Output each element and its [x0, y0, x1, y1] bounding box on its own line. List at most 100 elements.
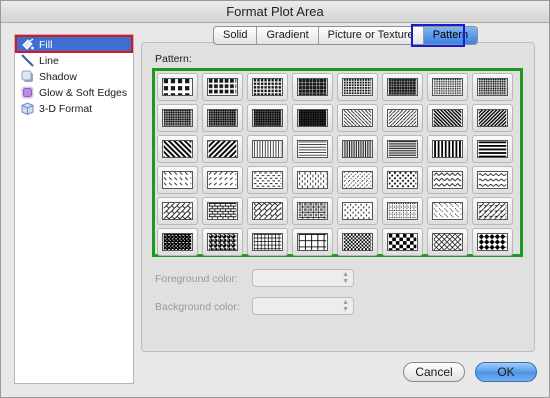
- pattern-preview-dotted-diamond: [432, 202, 463, 220]
- pattern-swatch-dots-80[interactable]: [247, 104, 288, 132]
- pattern-swatch-large-grid[interactable]: [292, 228, 333, 256]
- pattern-preview-small-checker-board: [342, 233, 373, 251]
- tab-solid[interactable]: Solid: [214, 27, 256, 44]
- pattern-swatch-dots-70[interactable]: [157, 104, 198, 132]
- pattern-swatch-dashed-horizontal[interactable]: [247, 166, 288, 194]
- pattern-preview-dots-40: [387, 78, 418, 96]
- pattern-swatch-dots-30[interactable]: [337, 73, 378, 101]
- pattern-swatch-narrow-horizontal[interactable]: [382, 135, 423, 163]
- pattern-swatch-dots-20[interactable]: [247, 73, 288, 101]
- pattern-swatch-dashed-vertical[interactable]: [292, 166, 333, 194]
- pattern-swatch-dark-upward-diagonal[interactable]: [472, 104, 513, 132]
- pattern-preview-large-confetti: [387, 171, 418, 189]
- pattern-swatch-dotted-diamond[interactable]: [427, 197, 468, 225]
- cancel-button[interactable]: Cancel: [403, 362, 465, 382]
- pattern-swatch-dots-5[interactable]: [157, 73, 198, 101]
- sidebar-item-glow[interactable]: Glow & Soft Edges: [17, 85, 131, 101]
- pattern-preview-dark-horizontal: [477, 140, 508, 158]
- pattern-swatch-dashed-upward-diagonal[interactable]: [202, 166, 243, 194]
- pattern-preview-dots-60: [477, 78, 508, 96]
- pattern-preview-shingle: [477, 202, 508, 220]
- pattern-swatch-dotted-grid[interactable]: [382, 197, 423, 225]
- cube-icon: [21, 102, 34, 115]
- pattern-swatch-dots-25[interactable]: [292, 73, 333, 101]
- pattern-swatch-small-checker-board[interactable]: [337, 228, 378, 256]
- pattern-preview-dashed-downward-diagonal: [162, 171, 193, 189]
- pattern-preview-sphere: [207, 233, 238, 251]
- pattern-swatch-dots-40[interactable]: [382, 73, 423, 101]
- pattern-swatch-dark-vertical[interactable]: [427, 135, 468, 163]
- pattern-swatch-dark-horizontal[interactable]: [472, 135, 513, 163]
- pattern-preview-wave: [477, 171, 508, 189]
- pattern-swatch-light-vertical[interactable]: [247, 135, 288, 163]
- sidebar-item-label: Line: [39, 55, 59, 67]
- pattern-preview-dots-10: [207, 78, 238, 96]
- pattern-swatch-weave[interactable]: [247, 197, 288, 225]
- pattern-swatch-large-checker-board[interactable]: [382, 228, 423, 256]
- pattern-preview-plaid: [297, 202, 328, 220]
- pattern-preview-dots-50: [432, 78, 463, 96]
- sidebar-item-line[interactable]: Line: [17, 53, 131, 69]
- pattern-swatch-dots-75[interactable]: [202, 104, 243, 132]
- pattern-preview-dots-5: [162, 78, 193, 96]
- sidebar-item-shadow[interactable]: Shadow: [17, 69, 131, 85]
- pattern-swatch-divot[interactable]: [337, 197, 378, 225]
- glow-icon: [21, 86, 34, 99]
- pattern-swatch-dots-60[interactable]: [472, 73, 513, 101]
- pattern-preview-dark-upward-diagonal: [477, 109, 508, 127]
- pattern-swatch-large-confetti[interactable]: [382, 166, 423, 194]
- pattern-preview-dots-30: [342, 78, 373, 96]
- tab-picture-or-texture[interactable]: Picture or Texture: [317, 27, 423, 44]
- pattern-swatch-dots-10[interactable]: [202, 73, 243, 101]
- pattern-swatch-dark-downward-diagonal[interactable]: [427, 104, 468, 132]
- pattern-preview-dots-70: [162, 109, 193, 127]
- pattern-preview-wide-upward-diagonal: [207, 140, 238, 158]
- pattern-swatch-wave[interactable]: [472, 166, 513, 194]
- pattern-preview-dots-25: [297, 78, 328, 96]
- pattern-preview-wide-downward-diagonal: [162, 140, 193, 158]
- background-color-popup[interactable]: ▲ ▼: [252, 297, 354, 315]
- pattern-preview-light-upward-diagonal: [387, 109, 418, 127]
- foreground-color-label: Foreground color:: [155, 273, 238, 285]
- ok-button[interactable]: OK: [475, 362, 537, 382]
- pattern-swatch-diagonal-brick[interactable]: [157, 197, 198, 225]
- pattern-swatch-zig-zag[interactable]: [427, 166, 468, 194]
- sidebar: Fill Line Shadow Glow & Soft Edges 3-D F…: [14, 34, 134, 384]
- foreground-color-popup[interactable]: ▲ ▼: [252, 269, 354, 287]
- pattern-preview-dotted-grid: [387, 202, 418, 220]
- pattern-swatch-light-downward-diagonal[interactable]: [337, 104, 378, 132]
- background-color-label: Background color:: [155, 301, 240, 313]
- pattern-swatch-horizontal-brick[interactable]: [202, 197, 243, 225]
- pattern-preview-light-horizontal: [297, 140, 328, 158]
- sidebar-item-3d-format[interactable]: 3-D Format: [17, 101, 131, 117]
- pattern-label: Pattern:: [155, 53, 192, 65]
- pattern-swatch-wide-upward-diagonal[interactable]: [202, 135, 243, 163]
- tab-gradient[interactable]: Gradient: [256, 27, 317, 44]
- pattern-preview-large-grid: [297, 233, 328, 251]
- pattern-preview-horizontal-brick: [207, 202, 238, 220]
- pattern-preview-outlined-diamond: [432, 233, 463, 251]
- pattern-swatch-dots-90[interactable]: [292, 104, 333, 132]
- pattern-swatch-trellis[interactable]: [157, 228, 198, 256]
- pattern-swatch-small-confetti[interactable]: [337, 166, 378, 194]
- pattern-swatch-small-grid[interactable]: [247, 228, 288, 256]
- pattern-swatch-light-upward-diagonal[interactable]: [382, 104, 423, 132]
- pattern-swatch-sphere[interactable]: [202, 228, 243, 256]
- pattern-swatch-shingle[interactable]: [472, 197, 513, 225]
- sidebar-item-label: 3-D Format: [39, 103, 93, 115]
- pattern-preview-dark-vertical: [432, 140, 463, 158]
- sidebar-item-label: Shadow: [39, 71, 77, 83]
- pattern-preview-divot: [342, 202, 373, 220]
- pattern-swatch-narrow-vertical[interactable]: [337, 135, 378, 163]
- pattern-preview-small-confetti: [342, 171, 373, 189]
- pattern-swatch-dashed-downward-diagonal[interactable]: [157, 166, 198, 194]
- pattern-preview-weave: [252, 202, 283, 220]
- pattern-swatch-plaid[interactable]: [292, 197, 333, 225]
- pattern-swatch-wide-downward-diagonal[interactable]: [157, 135, 198, 163]
- pattern-swatch-outlined-diamond[interactable]: [427, 228, 468, 256]
- pattern-swatch-light-horizontal[interactable]: [292, 135, 333, 163]
- shadow-icon: [21, 70, 33, 82]
- pattern-swatch-solid-diamond[interactable]: [472, 228, 513, 256]
- stepper-arrows-icon: ▲ ▼: [342, 271, 349, 285]
- pattern-swatch-dots-50[interactable]: [427, 73, 468, 101]
